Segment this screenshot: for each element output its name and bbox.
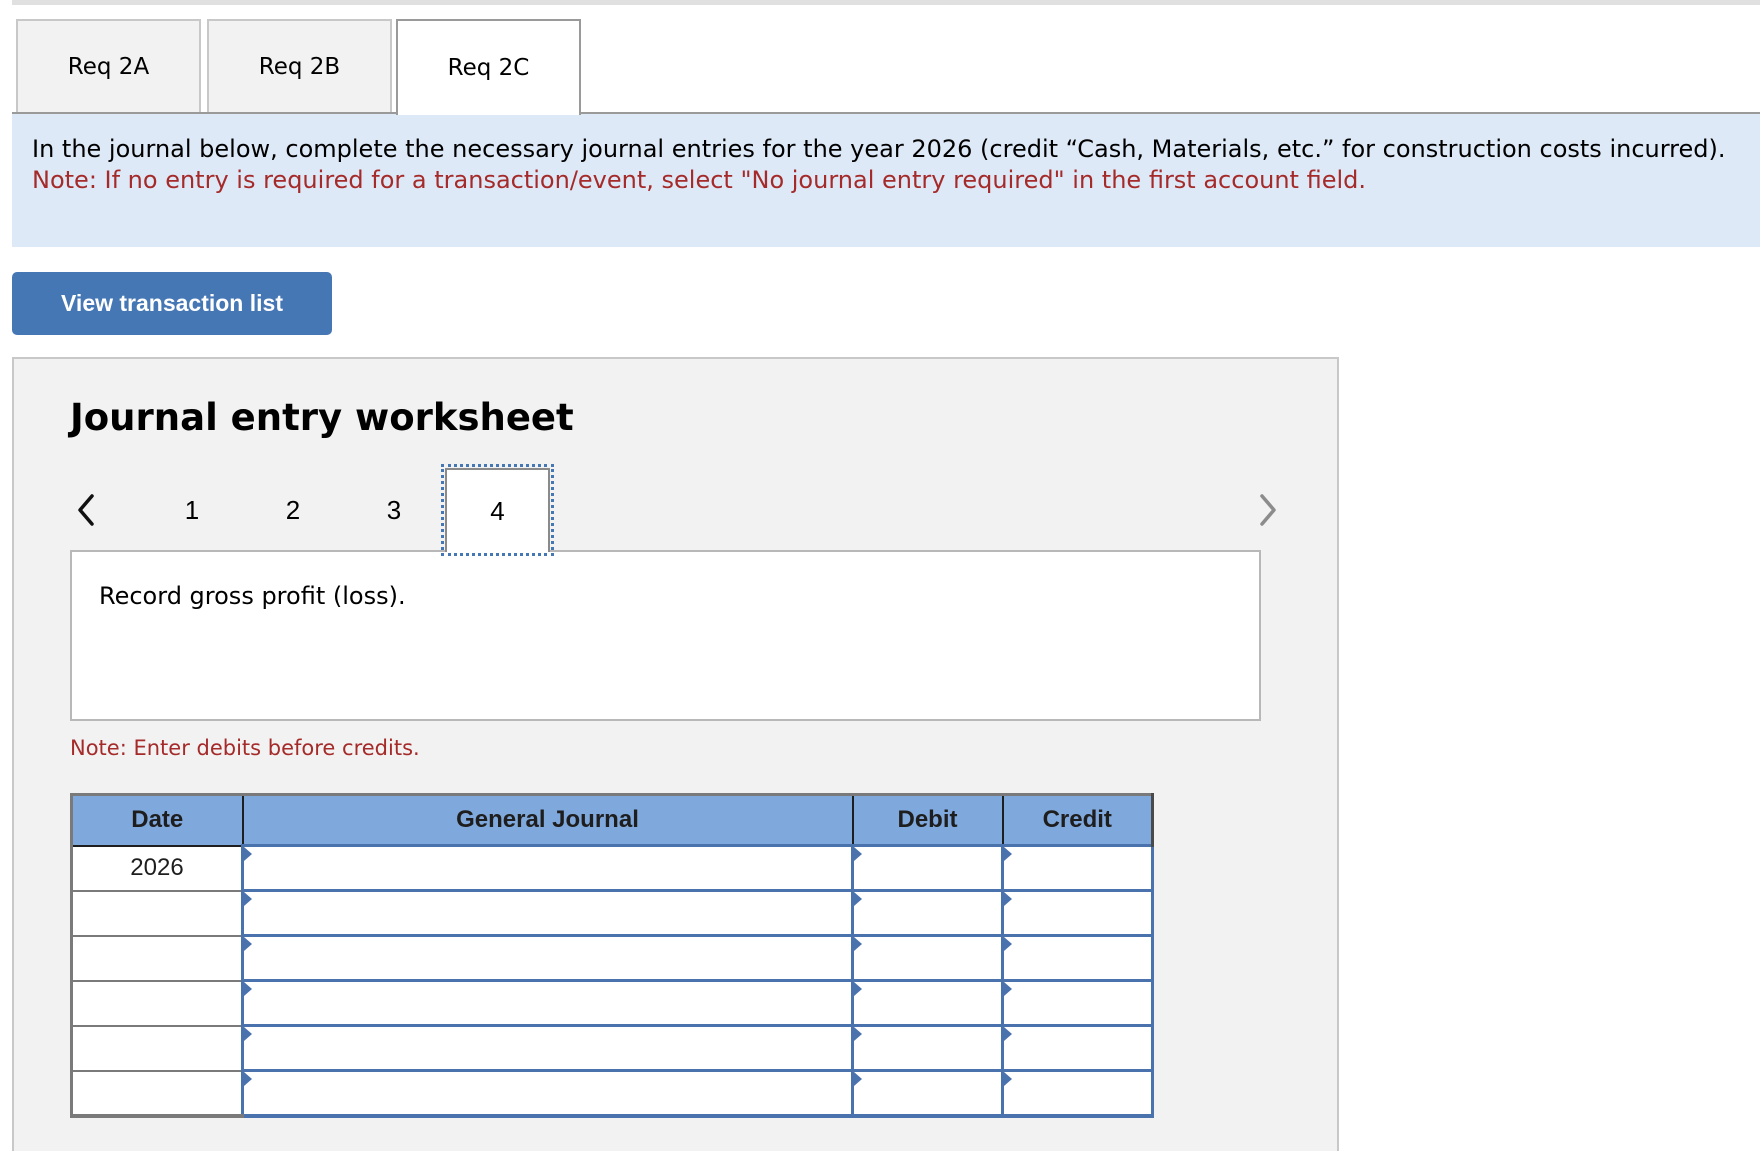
instructions-note: Note: If no entry is required for a tran… (32, 166, 1367, 194)
account-input[interactable] (244, 982, 851, 1024)
account-cell (241, 979, 854, 1027)
dropdown-marker-icon (854, 937, 862, 951)
requirement-tabs: Req 2A Req 2B Req 2C (12, 19, 1760, 115)
debit-input[interactable] (854, 937, 1001, 979)
chevron-right-icon[interactable] (1252, 490, 1282, 530)
worksheet-title: Journal entry worksheet (70, 396, 574, 439)
dropdown-marker-icon (244, 892, 252, 906)
tab-req-2a[interactable]: Req 2A (16, 19, 201, 113)
dropdown-marker-icon (854, 1072, 862, 1086)
account-cell (241, 889, 854, 937)
dropdown-marker-icon (854, 892, 862, 906)
dropdown-marker-icon (244, 847, 252, 861)
page-4-button[interactable]: 4 (441, 464, 554, 556)
credit-cell (1001, 979, 1154, 1027)
debit-cell (851, 844, 1004, 892)
tab-label: Req 2C (447, 55, 530, 81)
debit-cell (851, 889, 1004, 937)
date-cell: 2026 (70, 844, 244, 892)
tab-req-2b[interactable]: Req 2B (207, 19, 392, 113)
dropdown-marker-icon (854, 1027, 862, 1041)
table-row: 2026 (70, 844, 1154, 892)
dropdown-marker-icon (854, 982, 862, 996)
worksheet-pager: 1 2 3 4 (0, 464, 1339, 556)
debit-cell (851, 1069, 1004, 1118)
tab-label: Req 2B (258, 54, 341, 80)
account-input[interactable] (244, 892, 851, 934)
account-cell (241, 934, 854, 982)
credit-cell (1001, 844, 1154, 892)
date-cell (70, 979, 244, 1027)
date-cell (70, 1069, 244, 1118)
debit-cell (851, 934, 1004, 982)
debit-input[interactable] (854, 892, 1001, 934)
debit-input[interactable] (854, 847, 1001, 889)
transaction-description: Record gross profit (loss). (70, 550, 1261, 721)
credit-input[interactable] (1004, 892, 1151, 934)
credit-input[interactable] (1004, 1072, 1151, 1114)
dropdown-marker-icon (244, 1072, 252, 1086)
dropdown-marker-icon (1004, 1027, 1012, 1041)
dropdown-marker-icon (244, 937, 252, 951)
instructions-panel: In the journal below, complete the neces… (12, 114, 1760, 247)
credit-input[interactable] (1004, 937, 1151, 979)
tab-label: Req 2A (67, 54, 150, 80)
column-header-general-journal: General Journal (241, 793, 854, 847)
dropdown-marker-icon (1004, 892, 1012, 906)
debit-cell (851, 979, 1004, 1027)
account-input[interactable] (244, 1072, 851, 1114)
general-journal-table: Date General Journal Debit Credit 2026 (70, 793, 1154, 1118)
dropdown-marker-icon (1004, 937, 1012, 951)
page-3-button[interactable]: 3 (364, 468, 424, 552)
view-transaction-list-button[interactable]: View transaction list (12, 272, 332, 335)
dropdown-marker-icon (1004, 1072, 1012, 1086)
account-cell (241, 1024, 854, 1072)
debit-input[interactable] (854, 1027, 1001, 1069)
dropdown-marker-icon (854, 847, 862, 861)
instructions-text: In the journal below, complete the neces… (32, 135, 1726, 163)
dropdown-marker-icon (1004, 847, 1012, 861)
debit-input[interactable] (854, 1072, 1001, 1114)
credit-input[interactable] (1004, 982, 1151, 1024)
table-row (70, 889, 1154, 937)
debit-input[interactable] (854, 982, 1001, 1024)
date-cell (70, 1024, 244, 1072)
description-text: Record gross profit (loss). (99, 582, 406, 610)
chevron-left-icon[interactable] (72, 490, 102, 530)
date-cell (70, 889, 244, 937)
credit-input[interactable] (1004, 847, 1151, 889)
table-row (70, 1024, 1154, 1072)
debits-before-credits-note: Note: Enter debits before credits. (70, 736, 420, 760)
table-row (70, 979, 1154, 1027)
table-row (70, 934, 1154, 982)
credit-cell (1001, 889, 1154, 937)
credit-cell (1001, 934, 1154, 982)
debit-cell (851, 1024, 1004, 1072)
credit-cell (1001, 1069, 1154, 1118)
dropdown-marker-icon (244, 1027, 252, 1041)
credit-cell (1001, 1024, 1154, 1072)
page-1-button[interactable]: 1 (162, 468, 222, 552)
column-header-date: Date (70, 793, 244, 847)
tab-req-2c[interactable]: Req 2C (396, 19, 581, 115)
dropdown-marker-icon (1004, 982, 1012, 996)
account-cell (241, 844, 854, 892)
column-header-credit: Credit (1001, 793, 1154, 847)
credit-input[interactable] (1004, 1027, 1151, 1069)
top-divider (12, 0, 1760, 5)
table-row (70, 1069, 1154, 1118)
account-input[interactable] (244, 937, 851, 979)
table-header-row: Date General Journal Debit Credit (70, 793, 1154, 847)
account-cell (241, 1069, 854, 1118)
column-header-debit: Debit (851, 793, 1004, 847)
account-input[interactable] (244, 1027, 851, 1069)
dropdown-marker-icon (244, 982, 252, 996)
date-cell (70, 934, 244, 982)
page-2-button[interactable]: 2 (263, 468, 323, 552)
account-input[interactable] (244, 847, 851, 889)
